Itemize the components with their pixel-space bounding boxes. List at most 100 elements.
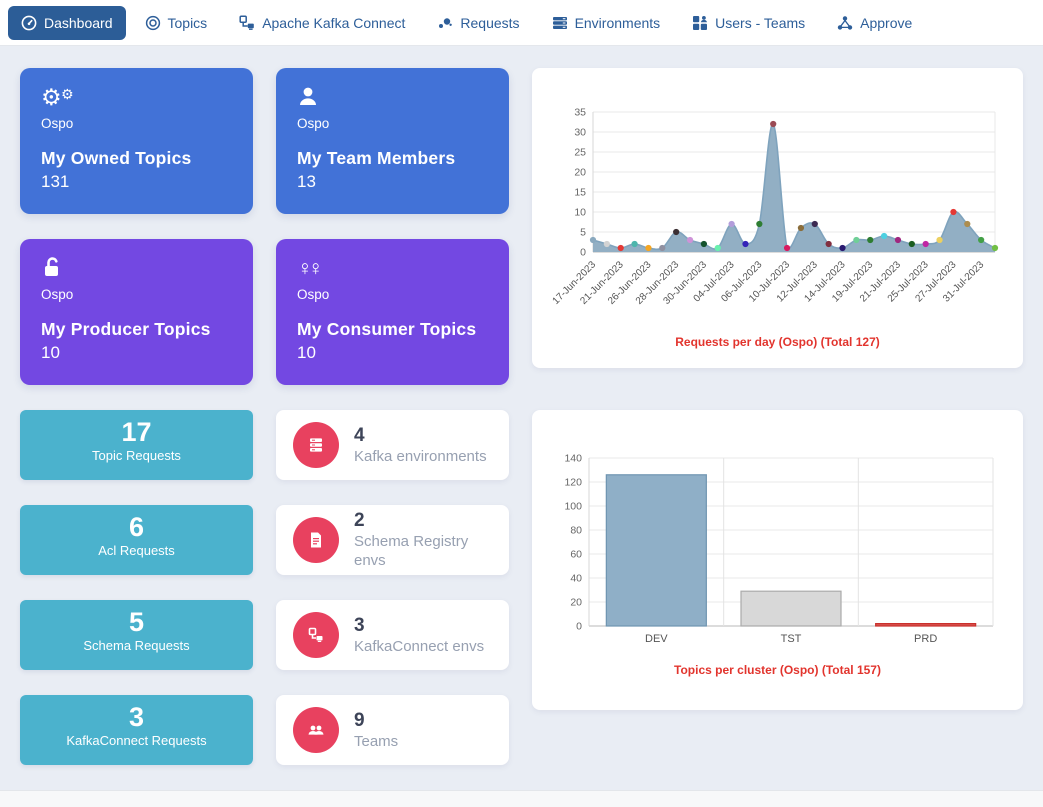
- svg-text:DEV: DEV: [645, 633, 668, 645]
- stat-title: My Producer Topics: [41, 319, 232, 340]
- svg-text:TST: TST: [781, 633, 802, 645]
- stat-value: 10: [297, 343, 488, 363]
- column-left: ⚙⚙ Ospo My Owned Topics 131 Ospo My Prod…: [20, 68, 253, 790]
- svg-text:20: 20: [570, 597, 582, 609]
- nav-item-kafka-connect[interactable]: Apache Kafka Connect: [226, 6, 418, 40]
- env-label: KafkaConnect envs: [354, 637, 484, 656]
- topics-chart-title: Topics per cluster (Ospo) (Total 157): [547, 663, 1008, 677]
- approve-icon: [837, 15, 853, 31]
- card-acl-requests[interactable]: 6 Acl Requests: [20, 505, 253, 575]
- top-navbar: Dashboard Topics Apache Kafka Connect Re…: [0, 0, 1043, 46]
- stat-value: 13: [297, 172, 488, 192]
- connect-icon: [293, 612, 339, 658]
- card-schema-registry-envs[interactable]: 2 Schema Registry envs: [276, 505, 509, 575]
- svg-text:20: 20: [574, 167, 586, 179]
- env-label: Schema Registry envs: [354, 532, 492, 570]
- consumers-icon: ♀♀: [297, 256, 488, 282]
- svg-text:140: 140: [564, 453, 582, 465]
- request-label: KafkaConnect Requests: [20, 733, 253, 748]
- svg-text:25: 25: [574, 147, 586, 159]
- topics-icon: [145, 15, 161, 31]
- stat-value: 131: [41, 172, 232, 192]
- svg-text:0: 0: [580, 247, 586, 259]
- svg-text:60: 60: [570, 549, 582, 561]
- nav-item-label: Approve: [860, 15, 912, 31]
- topics-per-cluster-chart: 0 20 40 60 80 100 120 140 DEV TST PRD: [547, 424, 1005, 656]
- card-kafkaconnect-requests[interactable]: 3 KafkaConnect Requests: [20, 695, 253, 765]
- person-icon: [297, 85, 488, 111]
- topics-per-cluster-chart-card: 0 20 40 60 80 100 120 140 DEV TST PRD Topics per c…: [532, 410, 1023, 710]
- stat-value: 10: [41, 343, 232, 363]
- env-count: 2: [354, 510, 492, 532]
- nav-item-label: Environments: [575, 15, 661, 31]
- svg-text:80: 80: [570, 525, 582, 537]
- env-label: Kafka environments: [354, 447, 487, 466]
- card-kafka-environments[interactable]: 4 Kafka environments: [276, 410, 509, 480]
- nav-item-label: Requests: [460, 15, 519, 31]
- nav-item-topics[interactable]: Topics: [132, 6, 221, 40]
- svg-text:40: 40: [570, 573, 582, 585]
- gears-icon: ⚙⚙: [41, 85, 232, 111]
- people-icon: [293, 707, 339, 753]
- team-label: Ospo: [297, 287, 488, 302]
- team-label: Ospo: [41, 287, 232, 302]
- nav-item-label: Topics: [168, 15, 208, 31]
- svg-text:35: 35: [574, 107, 586, 119]
- kafka-connect-icon: [239, 15, 255, 31]
- nav-item-environments[interactable]: Environments: [539, 6, 674, 40]
- request-label: Acl Requests: [20, 543, 253, 558]
- card-my-consumer-topics[interactable]: ♀♀ Ospo My Consumer Topics 10: [276, 239, 509, 385]
- nav-item-users-teams[interactable]: Users - Teams: [679, 6, 818, 40]
- stat-title: My Owned Topics: [41, 148, 232, 169]
- stat-title: My Team Members: [297, 148, 488, 169]
- nav-item-dashboard[interactable]: Dashboard: [8, 6, 126, 40]
- request-count: 17: [20, 417, 253, 447]
- server-icon: [293, 422, 339, 468]
- env-count: 3: [354, 615, 484, 637]
- svg-text:10: 10: [574, 207, 586, 219]
- document-icon: [293, 517, 339, 563]
- card-teams[interactable]: 9 Teams: [276, 695, 509, 765]
- card-my-owned-topics[interactable]: ⚙⚙ Ospo My Owned Topics 131: [20, 68, 253, 214]
- column-charts: 0510152025303517-Jun-202321-Jun-202326-J…: [532, 68, 1023, 790]
- dashboard-icon: [21, 15, 37, 31]
- requests-per-day-chart-card: 0510152025303517-Jun-202321-Jun-202326-J…: [532, 68, 1023, 368]
- env-label: Teams: [354, 732, 398, 751]
- svg-text:PRD: PRD: [914, 633, 937, 645]
- env-count: 4: [354, 425, 487, 447]
- request-count: 5: [20, 607, 253, 637]
- team-label: Ospo: [297, 116, 488, 131]
- card-topic-requests[interactable]: 17 Topic Requests: [20, 410, 253, 480]
- request-label: Topic Requests: [20, 448, 253, 463]
- nav-item-label: Apache Kafka Connect: [262, 15, 405, 31]
- svg-text:120: 120: [564, 477, 582, 489]
- nav-item-requests[interactable]: Requests: [424, 6, 532, 40]
- users-teams-icon: [692, 15, 708, 31]
- nav-item-label: Users - Teams: [715, 15, 805, 31]
- team-label: Ospo: [41, 116, 232, 131]
- card-my-producer-topics[interactable]: Ospo My Producer Topics 10: [20, 239, 253, 385]
- requests-icon: [437, 15, 453, 31]
- svg-text:30: 30: [574, 127, 586, 139]
- unlock-icon: [41, 256, 232, 282]
- stat-title: My Consumer Topics: [297, 319, 488, 340]
- dashboard-content: ⚙⚙ Ospo My Owned Topics 131 Ospo My Prod…: [0, 46, 1043, 790]
- svg-text:100: 100: [564, 501, 582, 513]
- requests-per-day-chart: 0510152025303517-Jun-202321-Jun-202326-J…: [547, 82, 1005, 328]
- card-my-team-members[interactable]: Ospo My Team Members 13: [276, 68, 509, 214]
- svg-text:15: 15: [574, 187, 586, 199]
- request-count: 3: [20, 702, 253, 732]
- card-schema-requests[interactable]: 5 Schema Requests: [20, 600, 253, 670]
- env-count: 9: [354, 710, 398, 732]
- card-kafkaconnect-envs[interactable]: 3 KafkaConnect envs: [276, 600, 509, 670]
- requests-chart-title: Requests per day (Ospo) (Total 127): [547, 335, 1008, 349]
- request-count: 6: [20, 512, 253, 542]
- column-middle: Ospo My Team Members 13 ♀♀ Ospo My Consu…: [276, 68, 509, 790]
- environments-icon: [552, 15, 568, 31]
- nav-item-approve[interactable]: Approve: [824, 6, 925, 40]
- footer: [0, 790, 1043, 807]
- svg-text:0: 0: [576, 621, 582, 633]
- request-label: Schema Requests: [20, 638, 253, 653]
- svg-text:5: 5: [580, 227, 586, 239]
- nav-item-label: Dashboard: [44, 15, 113, 31]
